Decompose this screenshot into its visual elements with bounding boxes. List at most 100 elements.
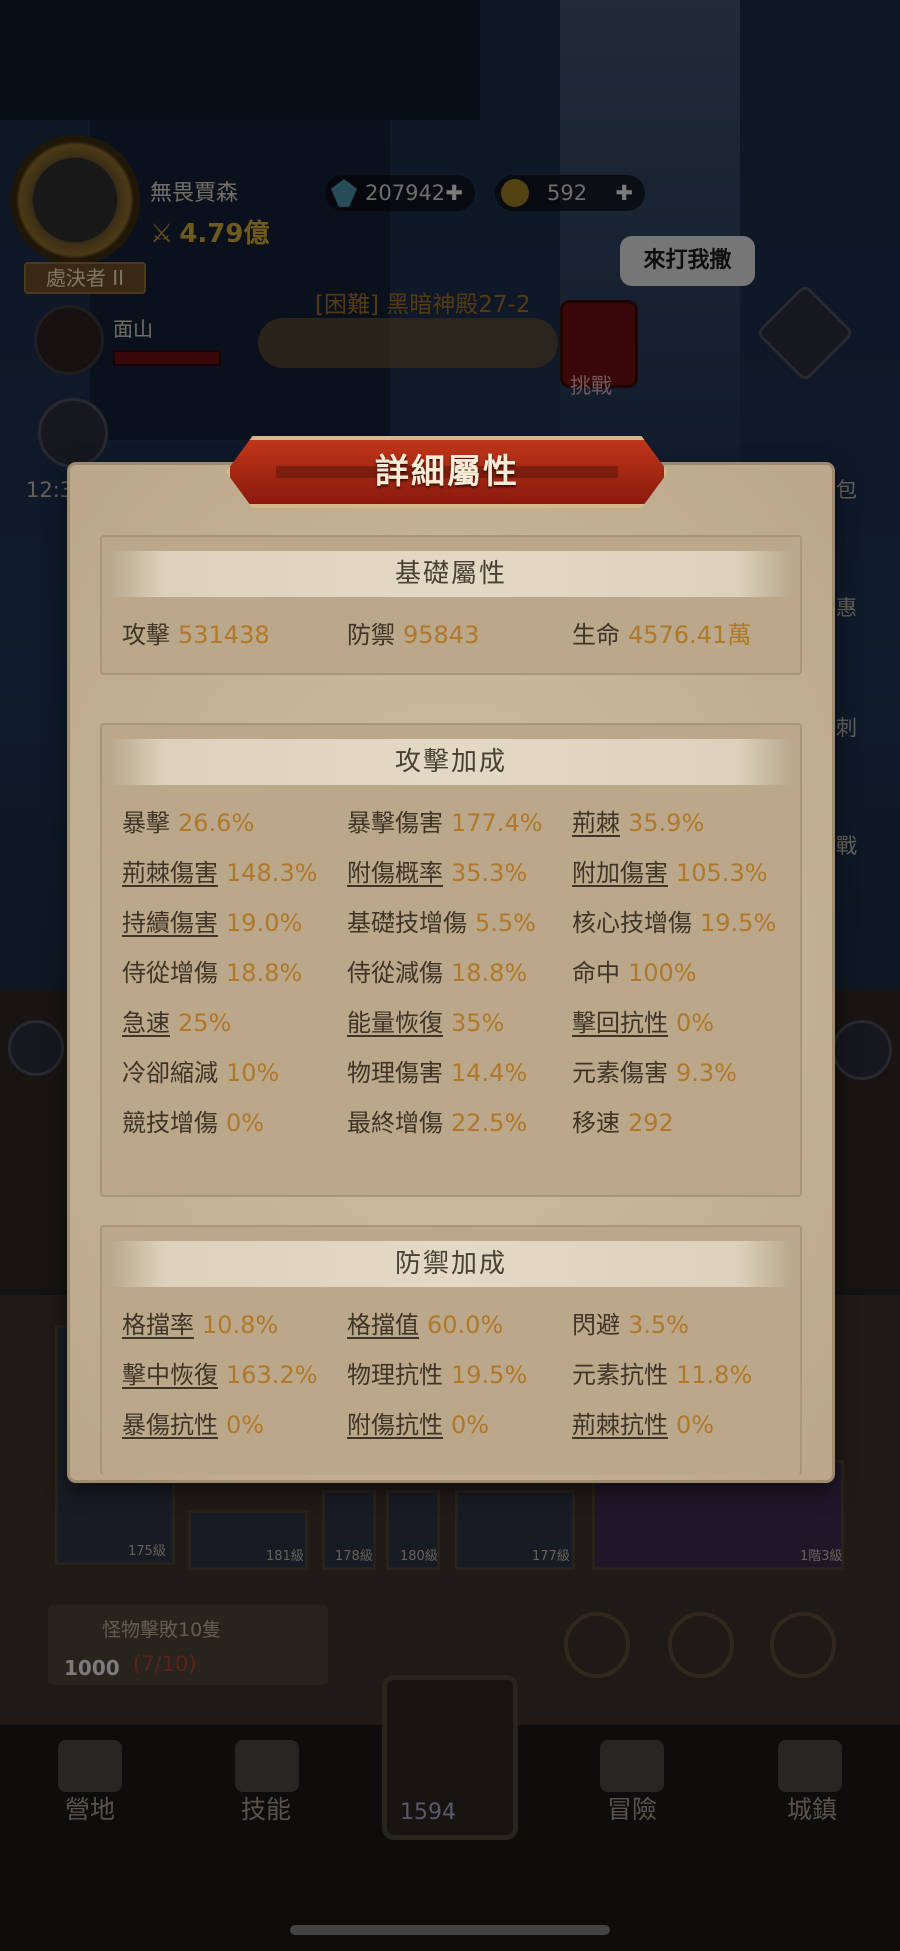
stat-value: 18.8% bbox=[451, 959, 528, 987]
stat-item[interactable]: 附傷概率 35.3% bbox=[347, 853, 527, 888]
stat-value: 148.3% bbox=[226, 859, 318, 887]
section-header: 防禦加成 bbox=[110, 1241, 792, 1287]
stat-value: 10% bbox=[226, 1059, 280, 1087]
stat-label: 核心技增傷 bbox=[572, 909, 692, 937]
stat-label[interactable]: 附傷概率 bbox=[347, 859, 443, 887]
stat-value: 22.5% bbox=[451, 1109, 528, 1137]
section-title: 防禦加成 bbox=[394, 1249, 507, 1279]
stat-item: 侍從增傷 18.8% bbox=[122, 953, 302, 988]
stat-value: 26.6% bbox=[178, 809, 255, 837]
stat-item: 閃避 3.5% bbox=[572, 1305, 689, 1340]
stat-value: 292 bbox=[628, 1109, 674, 1137]
stat-item: 防禦 95843 bbox=[347, 615, 479, 650]
stat-label: 競技增傷 bbox=[122, 1109, 218, 1137]
stat-item[interactable]: 急速 25% bbox=[122, 1003, 231, 1038]
stat-item: 攻擊 531438 bbox=[122, 615, 270, 650]
stat-item[interactable]: 持續傷害 19.0% bbox=[122, 903, 302, 938]
stat-label[interactable]: 能量恢復 bbox=[347, 1009, 443, 1037]
stat-value: 0% bbox=[451, 1411, 490, 1439]
stat-label: 攻擊 bbox=[122, 621, 170, 649]
stat-value: 531438 bbox=[178, 621, 270, 649]
stat-value: 177.4% bbox=[451, 809, 543, 837]
section-basic: 基礎屬性 攻擊 531438 防禦 95843 生命 4576.41萬 bbox=[100, 535, 802, 675]
stat-item: 暴擊 26.6% bbox=[122, 803, 254, 838]
stat-item[interactable]: 格擋值 60.0% bbox=[347, 1305, 503, 1340]
stat-item[interactable]: 暴傷抗性 0% bbox=[122, 1405, 264, 1440]
stat-item: 物理抗性 19.5% bbox=[347, 1355, 527, 1390]
stat-label[interactable]: 荊棘傷害 bbox=[122, 859, 218, 887]
stat-label[interactable]: 暴傷抗性 bbox=[122, 1411, 218, 1439]
stat-value: 11.8% bbox=[676, 1361, 753, 1389]
stat-item: 移速 292 bbox=[572, 1103, 674, 1138]
stat-label[interactable]: 格擋值 bbox=[347, 1311, 419, 1339]
stat-label[interactable]: 荊棘 bbox=[572, 809, 620, 837]
attribute-details-modal: 基礎屬性 攻擊 531438 防禦 95843 生命 4576.41萬 攻擊加成 暴擊 26… bbox=[70, 465, 832, 1480]
stat-value: 0% bbox=[676, 1411, 715, 1439]
stat-value: 0% bbox=[226, 1109, 265, 1137]
stat-value: 19.0% bbox=[226, 909, 303, 937]
stat-label: 侍從增傷 bbox=[122, 959, 218, 987]
stat-value: 10.8% bbox=[202, 1311, 279, 1339]
stat-value: 18.8% bbox=[226, 959, 303, 987]
stat-label: 物理傷害 bbox=[347, 1059, 443, 1087]
section-header: 攻擊加成 bbox=[110, 739, 792, 785]
stat-value: 35.9% bbox=[628, 809, 705, 837]
stat-item[interactable]: 荊棘抗性 0% bbox=[572, 1405, 714, 1440]
stat-value: 163.2% bbox=[226, 1361, 318, 1389]
stat-label: 閃避 bbox=[572, 1311, 620, 1339]
stat-item[interactable]: 荊棘傷害 148.3% bbox=[122, 853, 318, 888]
modal-title: 詳細屬性 bbox=[375, 452, 519, 492]
stat-item: 元素抗性 11.8% bbox=[572, 1355, 752, 1390]
stat-value: 35% bbox=[451, 1009, 505, 1037]
section-title: 基礎屬性 bbox=[394, 559, 507, 589]
stat-value: 3.5% bbox=[628, 1311, 689, 1339]
stat-label: 防禦 bbox=[347, 621, 395, 649]
stat-label[interactable]: 持續傷害 bbox=[122, 909, 218, 937]
stat-item: 生命 4576.41萬 bbox=[572, 615, 751, 650]
stat-label: 物理抗性 bbox=[347, 1361, 443, 1389]
stat-label: 最終增傷 bbox=[347, 1109, 443, 1137]
stat-item: 侍從減傷 18.8% bbox=[347, 953, 527, 988]
stat-item: 冷卻縮減 10% bbox=[122, 1053, 279, 1088]
stat-item: 命中 100% bbox=[572, 953, 697, 988]
stat-item[interactable]: 荊棘 35.9% bbox=[572, 803, 704, 838]
section-header: 基礎屬性 bbox=[110, 551, 792, 597]
stat-item: 最終增傷 22.5% bbox=[347, 1103, 527, 1138]
stat-label[interactable]: 格擋率 bbox=[122, 1311, 194, 1339]
stat-item[interactable]: 附加傷害 105.3% bbox=[572, 853, 768, 888]
stat-label[interactable]: 附加傷害 bbox=[572, 859, 668, 887]
stat-value: 95843 bbox=[403, 621, 480, 649]
stat-item: 物理傷害 14.4% bbox=[347, 1053, 527, 1088]
stat-value: 14.4% bbox=[451, 1059, 528, 1087]
stat-label[interactable]: 急速 bbox=[122, 1009, 170, 1037]
stat-value: 19.5% bbox=[700, 909, 777, 937]
stat-label: 暴擊傷害 bbox=[347, 809, 443, 837]
stat-item[interactable]: 格擋率 10.8% bbox=[122, 1305, 278, 1340]
stat-value: 9.3% bbox=[676, 1059, 737, 1087]
stat-label: 侍從減傷 bbox=[347, 959, 443, 987]
stat-item: 競技增傷 0% bbox=[122, 1103, 264, 1138]
stat-label: 命中 bbox=[572, 959, 620, 987]
stat-label[interactable]: 擊回抗性 bbox=[572, 1009, 668, 1037]
stat-item[interactable]: 附傷抗性 0% bbox=[347, 1405, 489, 1440]
stat-label[interactable]: 擊中恢復 bbox=[122, 1361, 218, 1389]
stat-value: 25% bbox=[178, 1009, 232, 1037]
stat-value: 60.0% bbox=[427, 1311, 504, 1339]
stat-label[interactable]: 附傷抗性 bbox=[347, 1411, 443, 1439]
stat-item: 核心技增傷 19.5% bbox=[572, 903, 776, 938]
stat-value: 0% bbox=[226, 1411, 265, 1439]
stat-label: 冷卻縮減 bbox=[122, 1059, 218, 1087]
stat-label[interactable]: 荊棘抗性 bbox=[572, 1411, 668, 1439]
stat-item: 元素傷害 9.3% bbox=[572, 1053, 737, 1088]
stat-value: 105.3% bbox=[676, 859, 768, 887]
stat-value: 35.3% bbox=[451, 859, 528, 887]
stat-label: 移速 bbox=[572, 1109, 620, 1137]
stat-value: 100% bbox=[628, 959, 697, 987]
stat-item[interactable]: 能量恢復 35% bbox=[347, 1003, 504, 1038]
stat-value: 5.5% bbox=[475, 909, 536, 937]
stat-value: 4576.41萬 bbox=[628, 621, 752, 649]
stat-label: 元素抗性 bbox=[572, 1361, 668, 1389]
stat-item[interactable]: 擊回抗性 0% bbox=[572, 1003, 714, 1038]
stat-item[interactable]: 擊中恢復 163.2% bbox=[122, 1355, 318, 1390]
section-title: 攻擊加成 bbox=[394, 747, 507, 777]
